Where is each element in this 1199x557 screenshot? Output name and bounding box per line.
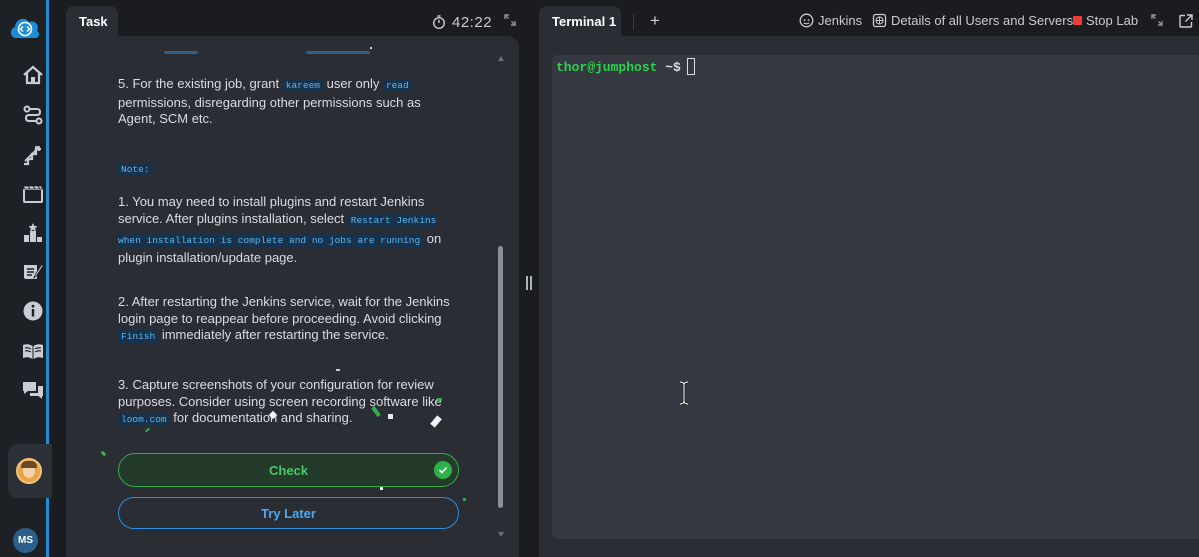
check-circle-icon bbox=[434, 461, 452, 479]
panel-splitter[interactable] bbox=[526, 276, 532, 290]
film-icon[interactable] bbox=[22, 183, 44, 205]
stopwatch-icon bbox=[433, 15, 445, 29]
task-panel: Task 42:22 5. For the existing job, gran… bbox=[66, 6, 519, 557]
code-permission: read bbox=[382, 79, 412, 92]
podium-icon[interactable] bbox=[22, 222, 44, 244]
expand-icon[interactable] bbox=[1151, 14, 1163, 26]
add-tab-button[interactable]: + bbox=[650, 11, 660, 31]
note-3: 3. Capture screenshots of your configura… bbox=[118, 377, 442, 427]
code-fragment bbox=[164, 51, 198, 54]
timer-value: 42:22 bbox=[452, 13, 493, 31]
code-loom: loom.com bbox=[118, 413, 170, 427]
check-button[interactable]: Check bbox=[118, 453, 459, 487]
left-sidebar: MS bbox=[0, 0, 52, 557]
step-5: 5. For the existing job, grant kareem us… bbox=[118, 76, 421, 127]
tab-terminal-1[interactable]: Terminal 1 bbox=[539, 6, 621, 36]
lab-avatar[interactable] bbox=[16, 458, 42, 484]
jenkins-link[interactable]: Jenkins bbox=[799, 13, 862, 28]
terminal-screen[interactable]: thor@jumphost ~$ bbox=[552, 55, 1199, 539]
details-link[interactable]: Details of all Users and Servers bbox=[872, 13, 1073, 28]
code-finish: Finish bbox=[118, 330, 159, 344]
confetti bbox=[437, 398, 442, 401]
text-cursor-icon bbox=[679, 381, 689, 405]
check-button-label: Check bbox=[268, 462, 309, 478]
confetti bbox=[100, 450, 107, 457]
note-2: 2. After restarting the Jenkins service,… bbox=[118, 294, 450, 344]
confetti bbox=[336, 369, 340, 371]
note-1: 1. You may need to install plugins and r… bbox=[118, 194, 442, 265]
stop-icon bbox=[1073, 16, 1082, 25]
terminal-panel: Terminal 1 + Jenkins Details of all User… bbox=[539, 6, 1199, 557]
stairs-icon[interactable] bbox=[22, 144, 44, 166]
jenkins-icon bbox=[799, 13, 814, 28]
terminal-container: thor@jumphost ~$ bbox=[539, 36, 1199, 557]
chat-icon[interactable] bbox=[22, 379, 44, 401]
grid-globe-icon bbox=[872, 13, 887, 28]
info-icon[interactable] bbox=[22, 300, 44, 322]
book-icon[interactable] bbox=[22, 340, 44, 362]
code-username: kareem bbox=[282, 79, 323, 92]
task-content[interactable]: 5. For the existing job, grant kareem us… bbox=[66, 36, 519, 557]
fragment-dot bbox=[370, 47, 372, 49]
stop-lab-button[interactable]: Stop Lab bbox=[1073, 13, 1138, 28]
tab-divider bbox=[633, 14, 634, 30]
home-icon[interactable] bbox=[22, 64, 44, 86]
open-new-window-icon[interactable] bbox=[1179, 14, 1193, 28]
cloud-code-icon[interactable] bbox=[8, 14, 41, 40]
terminal-prompt: thor@jumphost ~$ bbox=[556, 58, 695, 75]
code-fragment bbox=[306, 51, 370, 54]
user-avatar[interactable]: MS bbox=[13, 528, 38, 553]
route-icon[interactable] bbox=[22, 104, 44, 126]
notebook-icon[interactable] bbox=[22, 261, 44, 283]
scroll-thumb[interactable] bbox=[498, 246, 503, 508]
expand-icon[interactable] bbox=[504, 14, 516, 26]
scroll-down-icon[interactable] bbox=[498, 532, 504, 537]
confetti bbox=[388, 414, 393, 419]
note-label: Note: bbox=[118, 160, 458, 179]
timer: 42:22 bbox=[432, 12, 492, 32]
terminal-cursor bbox=[686, 58, 695, 75]
tab-task[interactable]: Task bbox=[66, 6, 118, 36]
scrollbar[interactable] bbox=[498, 56, 506, 546]
confetti bbox=[463, 498, 466, 501]
try-later-button[interactable]: Try Later bbox=[118, 497, 459, 529]
confetti bbox=[380, 487, 383, 490]
scroll-up-icon[interactable] bbox=[498, 56, 504, 61]
